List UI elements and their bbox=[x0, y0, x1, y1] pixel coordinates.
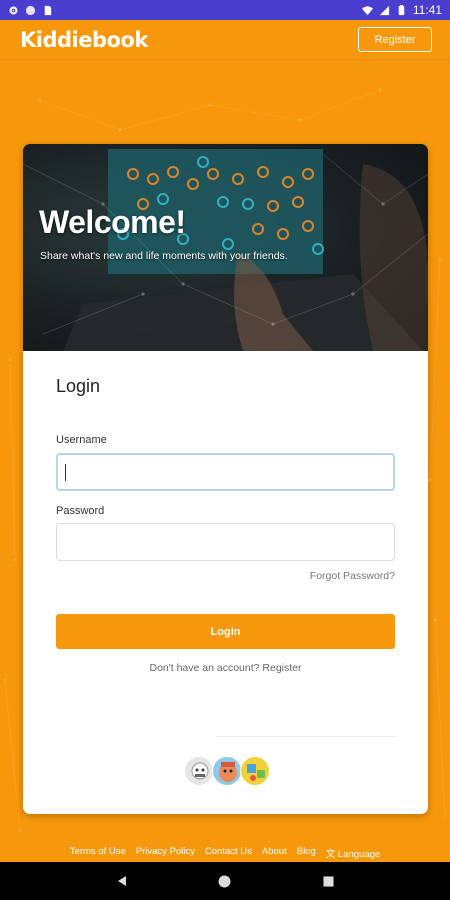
contact-link[interactable]: Contact Us bbox=[205, 846, 252, 862]
avatar-group bbox=[184, 756, 270, 786]
gear-icon bbox=[8, 5, 19, 16]
recents-icon bbox=[323, 875, 334, 887]
username-label: Username bbox=[56, 434, 107, 446]
welcome-subtitle: Share what's new and life moments with y… bbox=[40, 250, 288, 262]
register-prompt-link[interactable]: Don't have an account? Register bbox=[56, 662, 395, 674]
terms-link[interactable]: Terms of Use bbox=[70, 846, 126, 862]
translate-icon: 文 bbox=[325, 849, 336, 860]
text-caret bbox=[65, 464, 66, 481]
back-button[interactable] bbox=[115, 874, 129, 888]
username-field[interactable] bbox=[56, 453, 395, 491]
system-nav-bar bbox=[0, 862, 450, 900]
blog-link[interactable]: Blog bbox=[297, 846, 316, 862]
circle-icon bbox=[25, 5, 36, 16]
avatar bbox=[212, 756, 242, 786]
app-header: Kiddiebook Register bbox=[0, 20, 450, 60]
back-icon bbox=[117, 876, 126, 886]
battery-icon bbox=[396, 4, 407, 16]
hero-banner: Welcome! Share what's new and life momen… bbox=[23, 144, 428, 351]
home-button[interactable] bbox=[218, 874, 232, 888]
wifi-icon bbox=[361, 5, 373, 16]
forgot-password-link[interactable]: Forgot Password? bbox=[310, 570, 395, 582]
login-button[interactable]: Login bbox=[56, 614, 395, 649]
login-card: Welcome! Share what's new and life momen… bbox=[23, 144, 428, 814]
divider bbox=[216, 736, 396, 737]
password-label: Password bbox=[56, 505, 105, 517]
status-left bbox=[8, 5, 53, 16]
app-logo[interactable]: Kiddiebook bbox=[20, 28, 148, 52]
welcome-title: Welcome! bbox=[39, 204, 186, 240]
cellular-icon bbox=[379, 5, 390, 16]
language-label: Language bbox=[337, 849, 381, 860]
status-bar: 11:41 bbox=[0, 0, 450, 20]
password-field[interactable] bbox=[56, 523, 395, 561]
language-selector[interactable]: 文 Language bbox=[326, 846, 380, 862]
footer-links: Terms of Use Privacy Policy Contact Us A… bbox=[0, 846, 450, 862]
hero-image bbox=[23, 149, 428, 351]
privacy-link[interactable]: Privacy Policy bbox=[136, 846, 195, 862]
sim-icon bbox=[42, 5, 53, 16]
status-right: 11:41 bbox=[361, 3, 442, 17]
status-time: 11:41 bbox=[412, 3, 442, 17]
about-link[interactable]: About bbox=[262, 846, 287, 862]
login-heading: Login bbox=[56, 376, 101, 396]
avatar bbox=[240, 756, 270, 786]
login-form: Login Username Password Forgot Password?… bbox=[56, 376, 396, 786]
avatar bbox=[184, 756, 214, 786]
register-button[interactable]: Register bbox=[358, 27, 432, 52]
home-icon bbox=[219, 875, 231, 887]
recents-button[interactable] bbox=[321, 874, 335, 888]
